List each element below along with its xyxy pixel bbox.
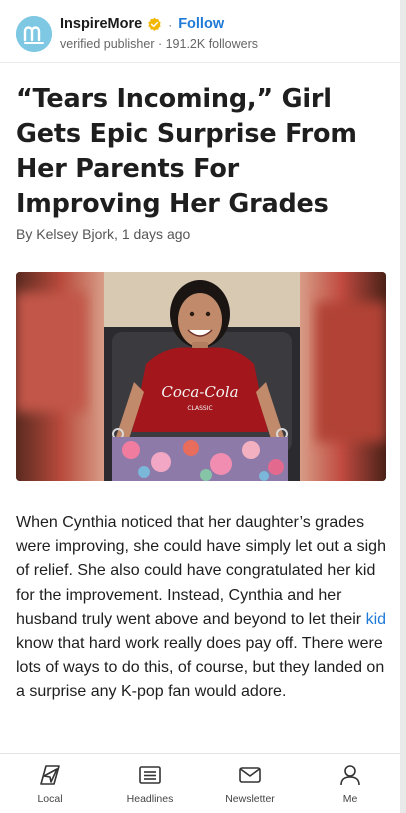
envelope-icon [239, 767, 261, 783]
publisher-avatar[interactable] [16, 16, 52, 52]
article-byline: By Kelsey Bjork, 1 days ago [16, 226, 191, 242]
nav-label-newsletter: Newsletter [225, 793, 275, 805]
body-text-part-2: know that hard work really does pay off.… [16, 635, 385, 701]
inspiremore-logo-icon [16, 16, 52, 52]
kid-link[interactable]: kid [366, 611, 386, 628]
nav-newsletter[interactable]: Newsletter [200, 754, 300, 813]
newspaper-icon [139, 766, 161, 784]
verified-badge-icon [148, 18, 161, 32]
article-body: When Cynthia noticed that her daughter’s… [16, 511, 388, 705]
article-hero-image[interactable]: Coca-Cola CLASSIC [16, 272, 386, 481]
shirt-logo-text: Coca-Cola [161, 383, 238, 401]
nav-headlines[interactable]: Headlines [100, 754, 200, 813]
person-icon [340, 765, 360, 786]
header-divider [0, 62, 400, 63]
nav-local[interactable]: Local [0, 754, 100, 813]
publisher-meta: verified publisher · 191.2K followers [60, 36, 259, 51]
bottom-nav: Local Headlines Newsletter Me [0, 753, 400, 813]
nav-me[interactable]: Me [300, 754, 400, 813]
hero-photo: Coca-Cola CLASSIC [16, 272, 386, 481]
shirt-logo-subtext: CLASSIC [187, 405, 212, 412]
nav-label-headlines: Headlines [126, 793, 174, 805]
article-title: “Tears Incoming,” Girl Gets Epic Surpris… [16, 84, 357, 219]
publisher-header: InspireMore · Follow verified publisher … [16, 14, 258, 54]
app-frame: InspireMore · Follow verified publisher … [0, 0, 406, 813]
nav-label-local: Local [37, 793, 63, 805]
publisher-name[interactable]: InspireMore [60, 16, 142, 33]
follow-button[interactable]: Follow [178, 16, 224, 33]
separator-dot: · [168, 17, 173, 32]
body-text-part-1: When Cynthia noticed that her daughter’s… [16, 514, 386, 628]
nav-label-me: Me [342, 793, 358, 805]
location-arrow-icon [40, 765, 60, 785]
